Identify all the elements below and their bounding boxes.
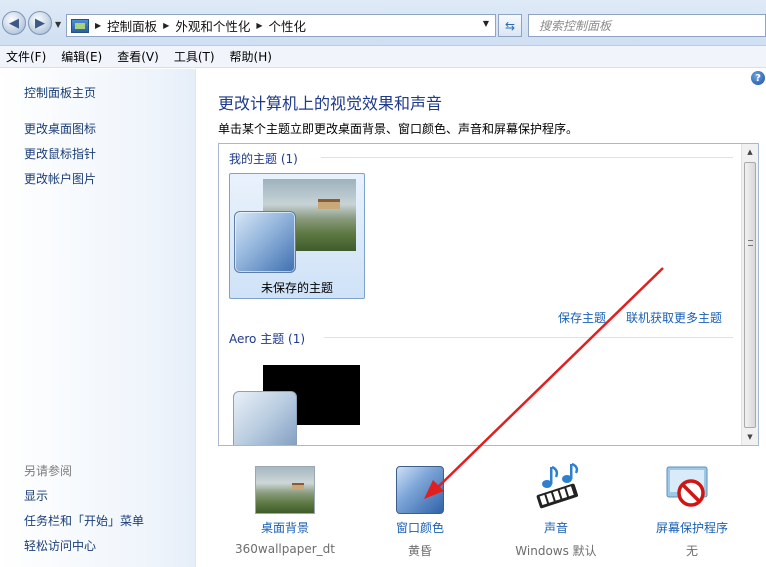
refresh-button[interactable]: ⇆ [498, 14, 522, 37]
window-glass-swatch [234, 211, 296, 273]
scroll-down-icon[interactable]: ▼ [742, 429, 758, 445]
see-also-heading: 另请参阅 [24, 464, 73, 478]
vertical-scrollbar[interactable]: ▲ ▼ [741, 144, 758, 445]
scrollbar-thumb[interactable] [744, 162, 756, 428]
house-shape [292, 483, 304, 489]
group-divider [321, 157, 733, 158]
breadcrumb-separator-icon[interactable]: ▶ [256, 21, 262, 30]
search-box[interactable] [528, 14, 766, 37]
desktop-background-icon[interactable] [255, 466, 315, 514]
back-button[interactable]: ◀ [2, 11, 26, 35]
my-themes-heading: 我的主题 (1) [229, 152, 298, 166]
desktop-background-option[interactable]: 桌面背景 [220, 519, 350, 537]
sound-value-text: Windows 默认 [515, 544, 597, 558]
window-color-value: 黄昏 [355, 542, 485, 560]
refresh-icon: ⇆ [504, 18, 516, 33]
page-description: 单击某个主题立即更改桌面背景、窗口颜色、声音和屏幕保护程序。 [218, 122, 579, 136]
breadcrumb-separator-icon[interactable]: ▶ [95, 21, 101, 30]
group-divider [324, 337, 733, 338]
address-field[interactable]: ▶ 控制面板 ▶ 外观和个性化 ▶ 个性化 ▼ [66, 14, 496, 37]
arrow-right-icon: ▶ [35, 15, 45, 31]
display-link[interactable]: 显示 [24, 487, 48, 504]
breadcrumb-appearance[interactable]: 外观和个性化 [175, 16, 250, 35]
page-title: 更改计算机上的视觉效果和声音 [218, 94, 443, 113]
window-color-option[interactable]: 窗口颜色 [355, 519, 485, 537]
history-dropdown-icon[interactable]: ▼ [55, 20, 61, 29]
change-desktop-icons-link[interactable]: 更改桌面图标 [24, 120, 96, 137]
menu-view[interactable]: 查看(V) [117, 48, 159, 65]
aero-glass-swatch [233, 391, 297, 445]
arrow-left-icon: ◀ [9, 15, 19, 31]
scroll-up-icon[interactable]: ▲ [742, 144, 758, 160]
task-pane: 控制面板主页 更改桌面图标 更改鼠标指针 更改帐户图片 另请参阅 显示 任务栏和… [0, 69, 196, 567]
get-more-themes-link[interactable]: 联机获取更多主题 [626, 309, 722, 326]
screen-saver-value-text: 无 [685, 544, 698, 558]
taskbar-start-menu-link[interactable]: 任务栏和「开始」菜单 [24, 512, 144, 529]
unsaved-theme-label: 未保存的主题 [260, 281, 333, 295]
screen-saver-option[interactable]: 屏幕保护程序 [627, 519, 757, 537]
screen-saver-value: 无 [627, 542, 757, 560]
menu-edit[interactable]: 编辑(E) [61, 48, 102, 65]
screen-saver-label[interactable]: 屏幕保护程序 [627, 519, 757, 536]
grip-icon [748, 240, 753, 246]
address-dropdown-icon[interactable]: ▼ [483, 19, 489, 28]
change-account-picture-link[interactable]: 更改帐户图片 [24, 170, 96, 187]
sound-label[interactable]: 声音 [491, 519, 621, 536]
menu-file[interactable]: 文件(F) [6, 48, 46, 65]
window-color-value-text: 黄昏 [407, 544, 432, 558]
change-mouse-pointer-link[interactable]: 更改鼠标指针 [24, 145, 96, 162]
desktop-background-value: 360wallpaper_dt [220, 542, 350, 560]
save-theme-link[interactable]: 保存主题 [558, 309, 606, 326]
menu-bar: 文件(F) 编辑(E) 查看(V) 工具(T) 帮助(H) [0, 46, 766, 68]
aero-themes-heading: Aero 主题 (1) [229, 332, 306, 346]
forward-button[interactable]: ▶ [28, 11, 52, 35]
breadcrumb-separator-icon[interactable]: ▶ [163, 21, 169, 30]
help-icon[interactable]: ? [751, 71, 765, 85]
window-color-label[interactable]: 窗口颜色 [355, 519, 485, 536]
control-panel-icon [71, 18, 89, 33]
breadcrumb-control-panel[interactable]: 控制面板 [107, 16, 157, 35]
sound-option[interactable]: 声音 [491, 519, 621, 537]
address-bar: ◀ ▶ ▼ ▶ 控制面板 ▶ 外观和个性化 ▶ 个性化 ▼ ⇆ [0, 0, 766, 46]
house-shape [318, 199, 340, 209]
screen-saver-icon[interactable] [664, 465, 710, 511]
window-color-icon[interactable] [396, 466, 444, 514]
sound-icon[interactable] [531, 463, 583, 513]
desktop-background-label[interactable]: 桌面背景 [220, 519, 350, 536]
breadcrumb-personalization[interactable]: 个性化 [269, 16, 307, 35]
search-input[interactable] [539, 18, 739, 33]
theme-list: 我的主题 (1) 未保存的主题 保存主题 联机获取更多主题 Aero 主题 (1… [218, 143, 759, 446]
ease-of-access-link[interactable]: 轻松访问中心 [24, 537, 96, 554]
menu-tools[interactable]: 工具(T) [174, 48, 215, 65]
sound-value: Windows 默认 [491, 542, 621, 560]
control-panel-home-link[interactable]: 控制面板主页 [24, 84, 96, 101]
unsaved-theme-tile[interactable]: 未保存的主题 [229, 173, 365, 299]
desktop-background-value-text: 360wallpaper_dt [235, 542, 335, 556]
menu-help[interactable]: 帮助(H) [230, 48, 272, 65]
